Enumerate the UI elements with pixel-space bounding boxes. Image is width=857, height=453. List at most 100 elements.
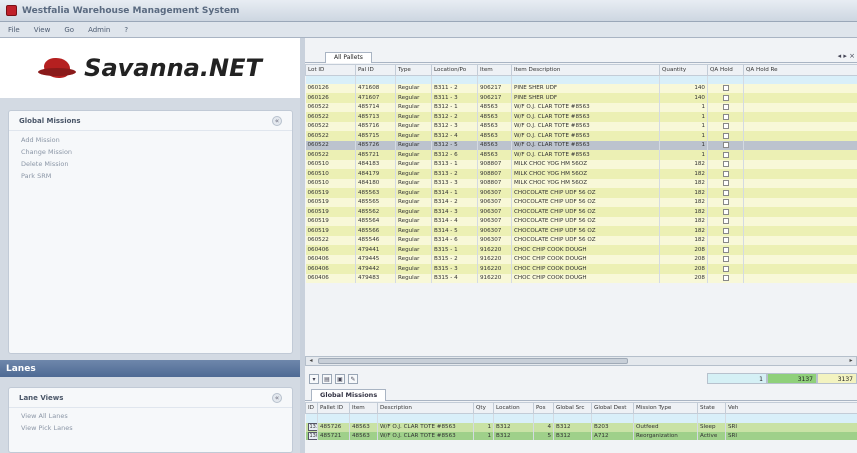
table-row[interactable]: 060519 485562 Regular B314 - 3 906307 CHOCOLA…	[305, 207, 857, 217]
table-row[interactable]: 060522 485714 Regular B312 - 1 48563 W/F O.J.…	[305, 102, 857, 112]
filter-icon[interactable]: ▾	[309, 374, 319, 384]
filter-cell[interactable]	[395, 75, 432, 84]
filter-cell[interactable]	[355, 75, 396, 84]
filter-cell[interactable]	[633, 413, 698, 423]
qa-hold-checkbox[interactable]	[722, 265, 729, 272]
add-mission-link[interactable]: Add Mission	[9, 134, 292, 146]
mission-row[interactable]: 131 485726 48563 W/F O.J. CLAR TOTE #8563 1 B…	[305, 422, 857, 432]
table-row[interactable]: 060522 485721 Regular B312 - 6 48563 W/F O.J.…	[305, 150, 857, 160]
table-row[interactable]: 060126 471607 Regular B311 - 3 906217 PINE SH…	[305, 93, 857, 103]
filter-cell[interactable]	[477, 75, 512, 84]
table-row[interactable]: 060510 484180 Regular B313 - 3 908807 MILK CH…	[305, 178, 857, 188]
table-row[interactable]: 060510 484183 Regular B313 - 1 908807 MILK CH…	[305, 159, 857, 169]
column-header[interactable]: ID	[305, 402, 318, 414]
qa-hold-checkbox[interactable]	[722, 256, 729, 262]
menu-file[interactable]: File	[8, 26, 20, 34]
filter-row[interactable]	[305, 75, 857, 84]
table-row[interactable]: 060519 485566 Regular B314 - 5 906307 CHOCOLA…	[305, 226, 857, 236]
filter-cell[interactable]	[697, 413, 726, 423]
export-icon[interactable]: ▤	[322, 374, 332, 384]
filter-cell[interactable]	[659, 75, 708, 84]
scroll-left-icon[interactable]: ◂	[306, 357, 316, 365]
qa-hold-checkbox[interactable]	[722, 218, 729, 224]
scroll-thumb[interactable]	[318, 358, 628, 364]
table-row[interactable]: 060519 485563 Regular B314 - 1 906307 CHOCOLA…	[305, 188, 857, 198]
qa-hold-checkbox[interactable]	[722, 227, 729, 234]
column-header[interactable]: Description	[377, 402, 474, 414]
filter-cell[interactable]	[743, 75, 857, 84]
mission-id-badge[interactable]: 131	[307, 423, 317, 431]
qa-hold-checkbox[interactable]	[722, 180, 729, 186]
park-srm-link[interactable]: Park SRM	[9, 170, 292, 182]
filter-cell[interactable]	[725, 413, 857, 423]
filter-cell[interactable]	[305, 413, 318, 423]
table-row[interactable]: 060510 484179 Regular B313 - 2 908807 MILK CH…	[305, 169, 857, 179]
view-pick-lanes-link[interactable]: View Pick Lanes	[9, 422, 292, 434]
table-row[interactable]: 060522 485726 Regular B312 - 5 48563 W/F O.J.…	[305, 140, 857, 150]
mission-row[interactable]: 130 485721 48563 W/F O.J. CLAR TOTE #8563 1 B…	[305, 431, 857, 440]
qa-hold-checkbox[interactable]	[722, 189, 729, 196]
collapse-icon[interactable]: «	[272, 115, 282, 126]
column-header[interactable]: Qty	[473, 402, 494, 414]
qa-hold-checkbox[interactable]	[722, 275, 729, 281]
column-header[interactable]: Global Dest	[591, 402, 634, 414]
column-header[interactable]: QA Hold Re	[743, 64, 857, 76]
menu-admin[interactable]: Admin	[88, 26, 110, 34]
tab-global-missions[interactable]: Global Missions	[311, 389, 387, 401]
lanes-header[interactable]: Lanes	[0, 360, 300, 377]
scroll-right-icon[interactable]: ▸	[846, 357, 856, 365]
filter-cell[interactable]	[511, 75, 660, 84]
menu-go[interactable]: Go	[64, 26, 74, 34]
column-header[interactable]: Item	[477, 64, 512, 76]
filter-cell[interactable]	[591, 413, 634, 423]
qa-hold-checkbox[interactable]	[722, 151, 729, 158]
table-row[interactable]: 060406 479445 Regular B315 - 2 916220 CHOC CH…	[305, 254, 857, 264]
filter-cell[interactable]	[349, 413, 378, 423]
qa-hold-checkbox[interactable]	[722, 170, 729, 177]
qa-hold-checkbox[interactable]	[722, 208, 729, 215]
qa-hold-checkbox[interactable]	[722, 94, 729, 101]
qa-hold-checkbox[interactable]	[722, 142, 729, 148]
menu-view[interactable]: View	[34, 26, 51, 34]
qa-hold-checkbox[interactable]	[722, 246, 729, 253]
view-all-lanes-link[interactable]: View All Lanes	[9, 410, 292, 422]
column-header[interactable]: Item Description	[511, 64, 660, 76]
column-header[interactable]: Location/Po	[431, 64, 478, 76]
table-row[interactable]: 060406 479483 Regular B315 - 4 916220 CHOC CH…	[305, 273, 857, 283]
filter-row[interactable]	[305, 413, 857, 423]
column-header[interactable]: Pallet ID	[317, 402, 350, 414]
change-mission-link[interactable]: Change Mission	[9, 146, 292, 158]
qa-hold-checkbox[interactable]	[722, 237, 729, 243]
filter-cell[interactable]	[377, 413, 474, 423]
column-header[interactable]: Lot ID	[305, 64, 356, 76]
filter-cell[interactable]	[431, 75, 478, 84]
print-icon[interactable]: ▣	[335, 374, 345, 384]
filter-cell[interactable]	[553, 413, 592, 423]
qa-hold-checkbox[interactable]	[722, 113, 729, 120]
column-header[interactable]: Location	[493, 402, 534, 414]
collapse-icon[interactable]: «	[272, 392, 282, 403]
column-header[interactable]: Type	[395, 64, 432, 76]
column-header[interactable]: Quantity	[659, 64, 708, 76]
table-row[interactable]: 060406 479442 Regular B315 - 3 916220 CHOC CH…	[305, 264, 857, 274]
column-header[interactable]: QA Hold	[707, 64, 744, 76]
filter-cell[interactable]	[707, 75, 744, 84]
table-row[interactable]: 060126 471608 Regular B311 - 2 906217 PINE SH…	[305, 83, 857, 93]
column-header[interactable]: Pal ID	[355, 64, 396, 76]
table-row[interactable]: 060522 485716 Regular B312 - 3 48563 W/F O.J.…	[305, 121, 857, 131]
column-header[interactable]: Item	[349, 402, 378, 414]
filter-cell[interactable]	[533, 413, 554, 423]
column-header[interactable]: Global Src	[553, 402, 592, 414]
filter-cell[interactable]	[305, 75, 356, 84]
qa-hold-checkbox[interactable]	[722, 132, 729, 139]
column-header[interactable]: Pos	[533, 402, 554, 414]
edit-icon[interactable]: ✎	[348, 374, 358, 384]
column-header[interactable]: State	[697, 402, 726, 414]
filter-cell[interactable]	[493, 413, 534, 423]
table-row[interactable]: 060522 485546 Regular B314 - 6 906307 CHOCOLA…	[305, 235, 857, 245]
table-row[interactable]: 060522 485715 Regular B312 - 4 48563 W/F O.J.…	[305, 131, 857, 141]
filter-cell[interactable]	[317, 413, 350, 423]
qa-hold-checkbox[interactable]	[722, 199, 729, 205]
table-row[interactable]: 060519 485565 Regular B314 - 2 906307 CHOCOLA…	[305, 197, 857, 207]
qa-hold-checkbox[interactable]	[722, 161, 729, 167]
